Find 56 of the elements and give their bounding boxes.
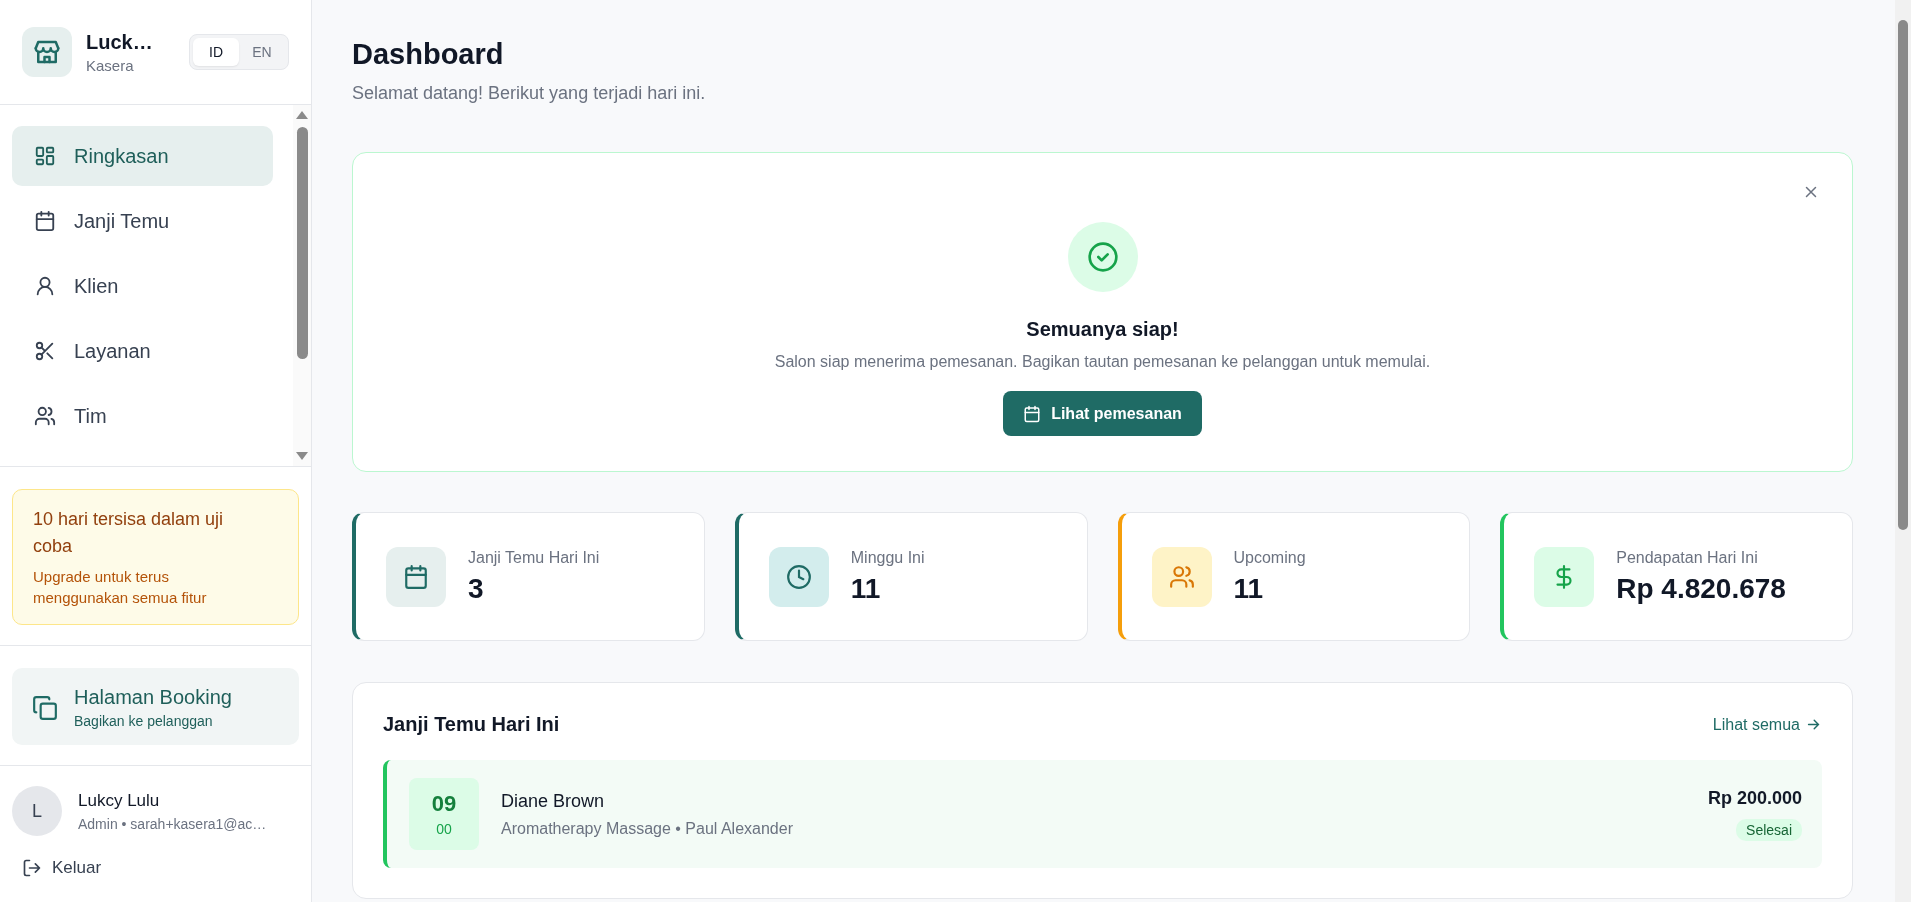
- scissors-icon: [34, 340, 56, 362]
- stat-label: Pendapatan Hari Ini: [1616, 548, 1759, 567]
- page-subtitle: Selamat datang! Berikut yang terjadi hari ini.: [352, 83, 707, 104]
- stat-value: 11: [850, 572, 882, 605]
- nav-item[interactable]: Ringkasan: [12, 126, 273, 186]
- stat-label: Janji Temu Hari Ini: [468, 548, 600, 567]
- user-name: Lukcy Lulu: [78, 790, 161, 811]
- banner-title: Semuanya siap!: [1026, 318, 1179, 341]
- booking-page-link[interactable]: Halaman Booking Bagikan ke pelanggan: [12, 668, 299, 745]
- logout-icon: [22, 858, 42, 878]
- see-all-link[interactable]: Lihat semua: [1712, 715, 1822, 734]
- scrollbar[interactable]: [1895, 0, 1911, 902]
- user-detail: Admin • sarah+kasera1@ac…: [78, 815, 267, 832]
- scrollbar-thumb[interactable]: [1898, 20, 1908, 530]
- scrollbar[interactable]: [293, 105, 311, 466]
- banner-text: Salon siap menerima pemesanan. Bagikan tautan pemesanan ke pelanggan untuk memulai.: [774, 353, 1431, 371]
- users-icon: [1151, 546, 1212, 607]
- view-bookings-button[interactable]: Lihat pemesanan: [1003, 391, 1202, 436]
- logout-link[interactable]: Keluar: [0, 846, 124, 890]
- price: Rp 200.000: [1707, 787, 1802, 809]
- store-icon: [22, 27, 72, 77]
- stat-label: Upcoming: [1233, 548, 1306, 567]
- avatar: L: [12, 786, 62, 836]
- stat-value: Rp 4.820.678: [1616, 572, 1786, 605]
- calendar-icon: [386, 546, 446, 607]
- page-title: Dashboard: [352, 38, 505, 71]
- stat-value: 3: [468, 572, 485, 605]
- client-name: Diane Brown: [501, 790, 606, 812]
- section-title: Janji Temu Hari Ini: [383, 713, 560, 736]
- brand-subtitle: Kasera: [86, 56, 135, 74]
- scroll-up-icon[interactable]: [296, 111, 308, 119]
- stat-value: 11: [1233, 572, 1265, 605]
- appointment-detail: Aromatherapy Massage • Paul Alexander: [501, 819, 794, 838]
- scrollbar-thumb[interactable]: [296, 127, 308, 359]
- clock-icon: [768, 546, 829, 607]
- status-badge: Selesai: [1736, 818, 1802, 841]
- nav-item[interactable]: Klien: [12, 256, 273, 316]
- copy-icon: [32, 694, 58, 721]
- language-option[interactable]: EN: [239, 38, 285, 66]
- calendar-icon: [34, 210, 56, 232]
- scroll-down-icon[interactable]: [296, 452, 308, 460]
- time-badge: 09 00: [409, 778, 479, 850]
- nav-item[interactable]: Janji Temu: [12, 191, 273, 251]
- trial-text: Upgrade untuk terus menggunakan semua fitur: [33, 567, 208, 608]
- nav-item[interactable]: Tim: [12, 386, 273, 446]
- grid-icon: [34, 145, 56, 167]
- user-icon: [34, 275, 56, 297]
- language-option[interactable]: ID: [193, 38, 239, 66]
- nav-item[interactable]: Layanan: [12, 321, 273, 381]
- stat-label: Minggu Ini: [850, 548, 925, 567]
- users-icon: [34, 405, 56, 427]
- dollar-icon: [1534, 546, 1595, 607]
- calendar-icon: [1023, 404, 1042, 423]
- brand-name: Luck…: [86, 30, 154, 54]
- appointment-row[interactable]: 09 00 Diane Brown Aromatherapy Massage • Paul Alexander Rp 200.000 Selesai: [383, 760, 1822, 868]
- trial-title: 10 hari tersisa dalam uji coba: [33, 508, 225, 558]
